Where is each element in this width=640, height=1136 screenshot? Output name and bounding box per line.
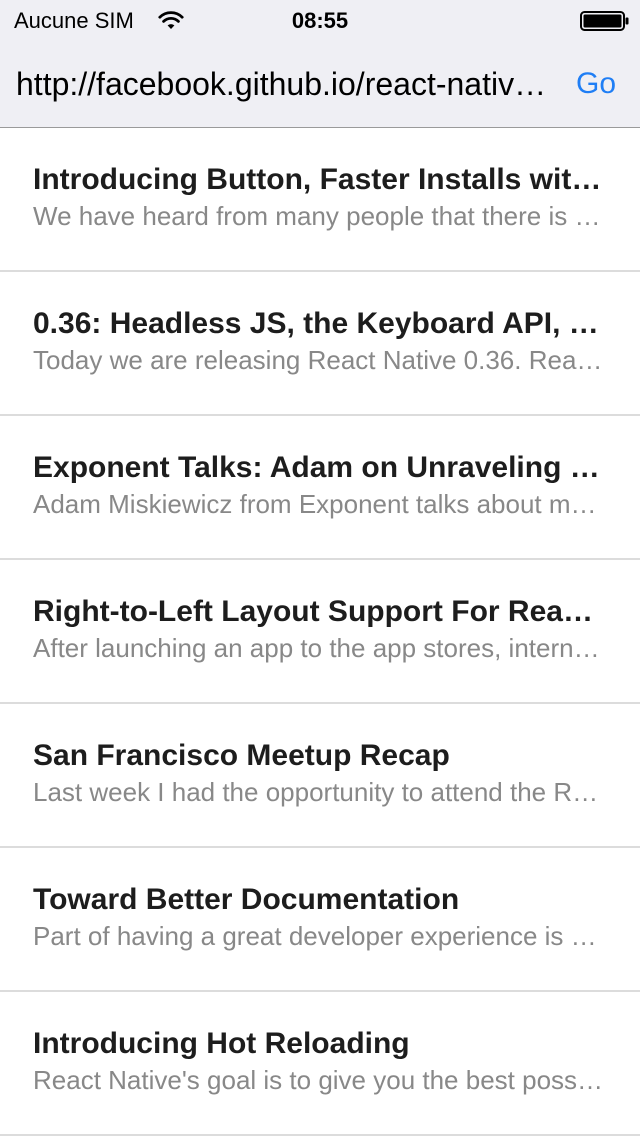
article-description: React Native's goal is to give you the b…: [33, 1065, 607, 1095]
status-bar: Aucune SIM 08:55: [0, 0, 640, 40]
article-description: Today we are releasing React Native 0.36…: [33, 345, 607, 375]
list-item[interactable]: Toward Better Documentation Part of havi…: [0, 848, 640, 992]
article-title: Introducing Hot Reloading: [33, 1027, 410, 1060]
list-item[interactable]: Right-to-Left Layout Support For React N…: [0, 560, 640, 704]
article-list[interactable]: Introducing Button, Faster Installs with…: [0, 128, 640, 1136]
navigation-header: Aucune SIM 08:55 Go: [0, 0, 640, 128]
article-description: Part of having a great developer experie…: [33, 921, 607, 951]
article-title: Right-to-Left Layout Support For React N…: [33, 595, 607, 628]
article-title: Toward Better Documentation: [33, 883, 460, 916]
article-description: Adam Miskiewicz from Exponent talks abou…: [33, 489, 607, 519]
url-bar: Go: [0, 52, 640, 116]
list-item[interactable]: Introducing Hot Reloading React Native's…: [0, 992, 640, 1136]
clock: 08:55: [291, 8, 349, 33]
article-title: Exponent Talks: Adam on Unraveling Navig…: [33, 451, 607, 484]
list-item[interactable]: Introducing Button, Faster Installs with…: [0, 128, 640, 272]
article-title: San Francisco Meetup Recap: [33, 739, 450, 772]
article-title: Introducing Button, Faster Installs with…: [33, 163, 607, 196]
article-description: Last week I had the opportunity to atten…: [33, 777, 607, 807]
article-description: After launching an app to the app stores…: [33, 633, 607, 663]
list-item[interactable]: 0.36: Headless JS, the Keyboard API, and…: [0, 272, 640, 416]
url-input[interactable]: [16, 60, 548, 108]
article-description: We have heard from many people that ther…: [33, 201, 607, 231]
list-item[interactable]: Exponent Talks: Adam on Unraveling Navig…: [0, 416, 640, 560]
list-item[interactable]: San Francisco Meetup Recap Last week I h…: [0, 704, 640, 848]
go-button[interactable]: Go: [576, 60, 626, 108]
article-title: 0.36: Headless JS, the Keyboard API, and…: [33, 307, 607, 340]
battery-full-icon: [580, 11, 629, 31]
